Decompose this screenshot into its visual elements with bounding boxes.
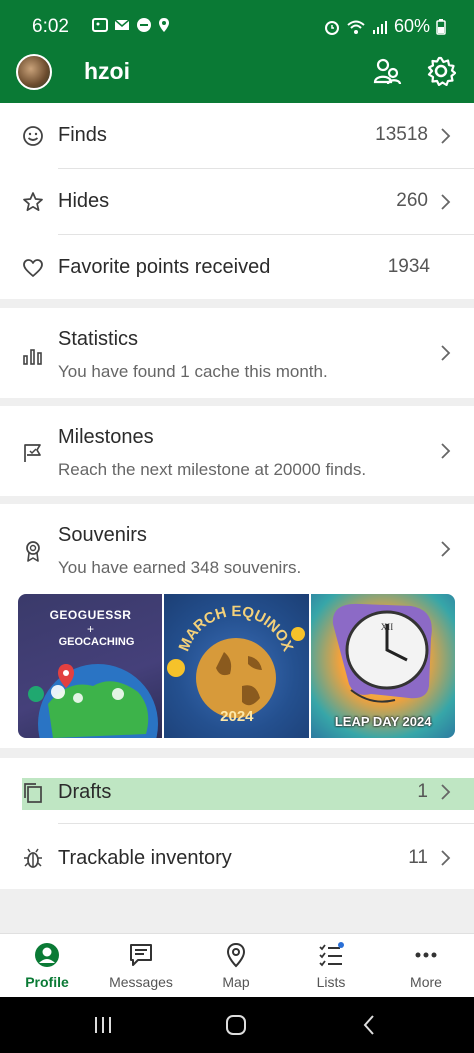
nav-map-label: Map <box>222 974 250 990</box>
chevron-right-icon <box>441 784 451 800</box>
smile-icon <box>23 126 43 146</box>
nav-lists[interactable]: Lists <box>284 934 378 998</box>
location-icon <box>159 18 169 32</box>
trackable-inventory-count: 11 <box>408 847 428 868</box>
statistics-subtitle: You have found 1 cache this month. <box>58 362 328 381</box>
milestones-title: Milestones <box>58 426 154 448</box>
heart-icon <box>23 259 43 277</box>
trackable-inventory-row[interactable]: Trackable inventory 11 <box>0 824 474 890</box>
status-time: 6:02 <box>32 16 69 37</box>
favorite-points-row: Favorite points received 1934 <box>0 235 474 301</box>
wifi-icon <box>347 20 365 34</box>
favorite-points-label: Favorite points received <box>58 256 271 278</box>
drafts-icon <box>24 783 42 803</box>
statistics-title: Statistics <box>58 328 139 350</box>
recent-apps-icon[interactable] <box>91 1013 115 1037</box>
mail-icon <box>114 19 130 30</box>
nav-messages[interactable]: Messages <box>94 934 188 998</box>
gear-icon[interactable] <box>426 56 456 86</box>
souvenirs-title: Souvenirs <box>58 524 147 546</box>
hides-row[interactable]: Hides 260 <box>0 169 474 235</box>
chevron-right-icon <box>441 194 451 210</box>
nav-profile[interactable]: Profile <box>0 934 94 998</box>
status-bar: 6:02 60% <box>0 0 474 52</box>
nav-lists-label: Lists <box>316 974 346 990</box>
milestones-card[interactable]: Milestones Reach the next milestone at 2… <box>0 406 474 496</box>
nav-more[interactable]: More <box>379 934 473 998</box>
souvenirs-subtitle: You have earned 348 souvenirs. <box>58 558 302 577</box>
souvenir-tile-leap-day[interactable]: XII LEAP DAY 2024 <box>310 594 455 738</box>
profile-icon <box>35 943 59 967</box>
drafts-label: Drafts <box>58 781 112 803</box>
svg-text:XII: XII <box>380 622 393 632</box>
hides-label: Hides <box>58 190 110 212</box>
chevron-right-icon <box>441 850 451 866</box>
chevron-right-icon <box>441 541 451 557</box>
image-icon <box>92 18 108 32</box>
finds-count: 13518 <box>375 124 428 145</box>
battery-percent: 60% <box>393 16 430 36</box>
username: hzoi <box>84 58 130 84</box>
bar-chart-icon <box>23 349 42 365</box>
hides-count: 260 <box>396 190 428 211</box>
battery-icon <box>436 18 446 35</box>
star-icon <box>23 192 43 212</box>
statistics-card[interactable]: Statistics You have found 1 cache this m… <box>0 308 474 398</box>
system-navigation-bar <box>0 997 474 1053</box>
milestones-subtitle: Reach the next milestone at 20000 finds. <box>58 460 367 479</box>
drafts-count: 1 <box>417 781 428 802</box>
nav-messages-label: Messages <box>109 974 173 990</box>
nav-map[interactable]: Map <box>189 934 283 998</box>
nav-more-label: More <box>410 974 442 990</box>
signal-icon <box>372 20 387 34</box>
app-header: 6:02 60% hzoi <box>0 0 474 103</box>
do-not-disturb-icon <box>137 18 151 32</box>
back-icon[interactable] <box>358 1013 382 1037</box>
chevron-right-icon <box>441 345 451 361</box>
drafts-row[interactable]: Drafts 1 <box>0 758 474 824</box>
avatar[interactable] <box>16 54 52 90</box>
equinox-year: 2024 <box>220 708 254 725</box>
chevron-right-icon <box>441 443 451 459</box>
alarm-icon <box>324 20 339 35</box>
lists-icon <box>319 942 344 967</box>
more-icon <box>415 952 437 958</box>
bug-icon <box>24 848 42 868</box>
souvenir-tile-march-equinox[interactable]: MARCH EQUINOX 2024 <box>164 594 309 738</box>
flag-icon <box>24 444 41 462</box>
messages-icon <box>130 944 152 966</box>
finds-row[interactable]: Finds 13518 <box>0 103 474 169</box>
leap-day-caption: LEAP DAY 2024 <box>334 714 432 729</box>
people-icon[interactable] <box>372 56 402 86</box>
souvenir-gallery: GEOGUESSR + GEOCACHING MARCH EQUINOX 202… <box>18 594 455 738</box>
nav-profile-label: Profile <box>25 974 69 990</box>
bottom-navigation: Profile Messages Map Lists More <box>0 933 474 997</box>
souvenir-tile-geoguessr[interactable]: GEOGUESSR + GEOCACHING <box>18 594 163 738</box>
map-pin-icon <box>226 942 246 968</box>
globe-illustration <box>28 664 158 738</box>
stats-card: Finds 13518 Hides 260 Favorite points re… <box>0 103 474 299</box>
medal-icon <box>26 541 40 562</box>
finds-label: Finds <box>58 124 107 146</box>
trackable-inventory-label: Trackable inventory <box>58 847 232 869</box>
favorite-points-count: 1934 <box>387 256 430 277</box>
chevron-right-icon <box>441 128 451 144</box>
home-icon[interactable] <box>224 1013 248 1037</box>
